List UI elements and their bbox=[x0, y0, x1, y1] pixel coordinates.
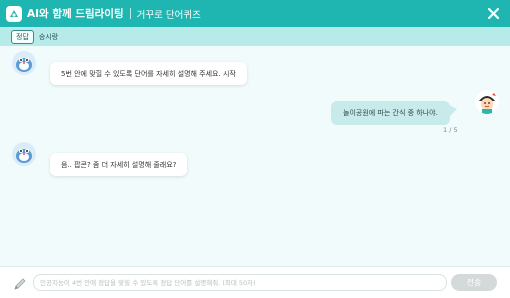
sub-title: 거꾸로 단어퀴즈 bbox=[136, 9, 201, 21]
close-button[interactable] bbox=[486, 6, 500, 20]
robot-avatar-icon bbox=[12, 51, 36, 75]
input-bar: 전송 bbox=[0, 266, 510, 298]
robot-avatar-icon bbox=[12, 142, 36, 166]
user-avatar bbox=[475, 90, 499, 114]
app-title: AI와 함께 드림라이팅 bbox=[27, 8, 124, 20]
pencil-icon bbox=[12, 276, 28, 292]
bot-avatar bbox=[12, 142, 36, 166]
answer-tag[interactable]: 정답 bbox=[11, 29, 34, 44]
turn-counter: 1 / 5 bbox=[443, 126, 458, 134]
bot-avatar bbox=[12, 51, 36, 75]
user-message-text: 놀이공원에 파는 간식 중 하나야. bbox=[343, 109, 438, 117]
bot-message: 음.. 팝콘? 좀 더 자세히 설명해 줄래요? bbox=[50, 153, 188, 176]
app-logo-icon bbox=[6, 5, 22, 22]
app-header: AI와 함께 드림라이팅 거꾸로 단어퀴즈 bbox=[0, 0, 510, 27]
bot-message: 5번 안에 맞힐 수 있도록 단어를 자세히 설명해 주세요. 시작 bbox=[50, 62, 247, 85]
child-avatar-icon bbox=[475, 90, 499, 114]
win-label: 승시랑 bbox=[38, 32, 59, 41]
chat-area: 5번 안에 맞힐 수 있도록 단어를 자세히 설명해 주세요. 시작 놀이공원에… bbox=[0, 46, 510, 266]
user-message: 놀이공원에 파는 간식 중 하나야. bbox=[331, 101, 457, 125]
title-divider bbox=[129, 8, 131, 19]
bot-message-text: 5번 안에 맞힐 수 있도록 단어를 자세히 설명해 주세요. 시작 bbox=[61, 69, 236, 78]
answer-row: 정답 승시랑 bbox=[0, 27, 510, 46]
send-button[interactable]: 전송 bbox=[451, 274, 497, 291]
close-icon bbox=[487, 7, 499, 19]
bot-message-text: 음.. 팝콘? 좀 더 자세히 설명해 줄래요? bbox=[61, 160, 177, 169]
message-input[interactable] bbox=[33, 274, 447, 291]
